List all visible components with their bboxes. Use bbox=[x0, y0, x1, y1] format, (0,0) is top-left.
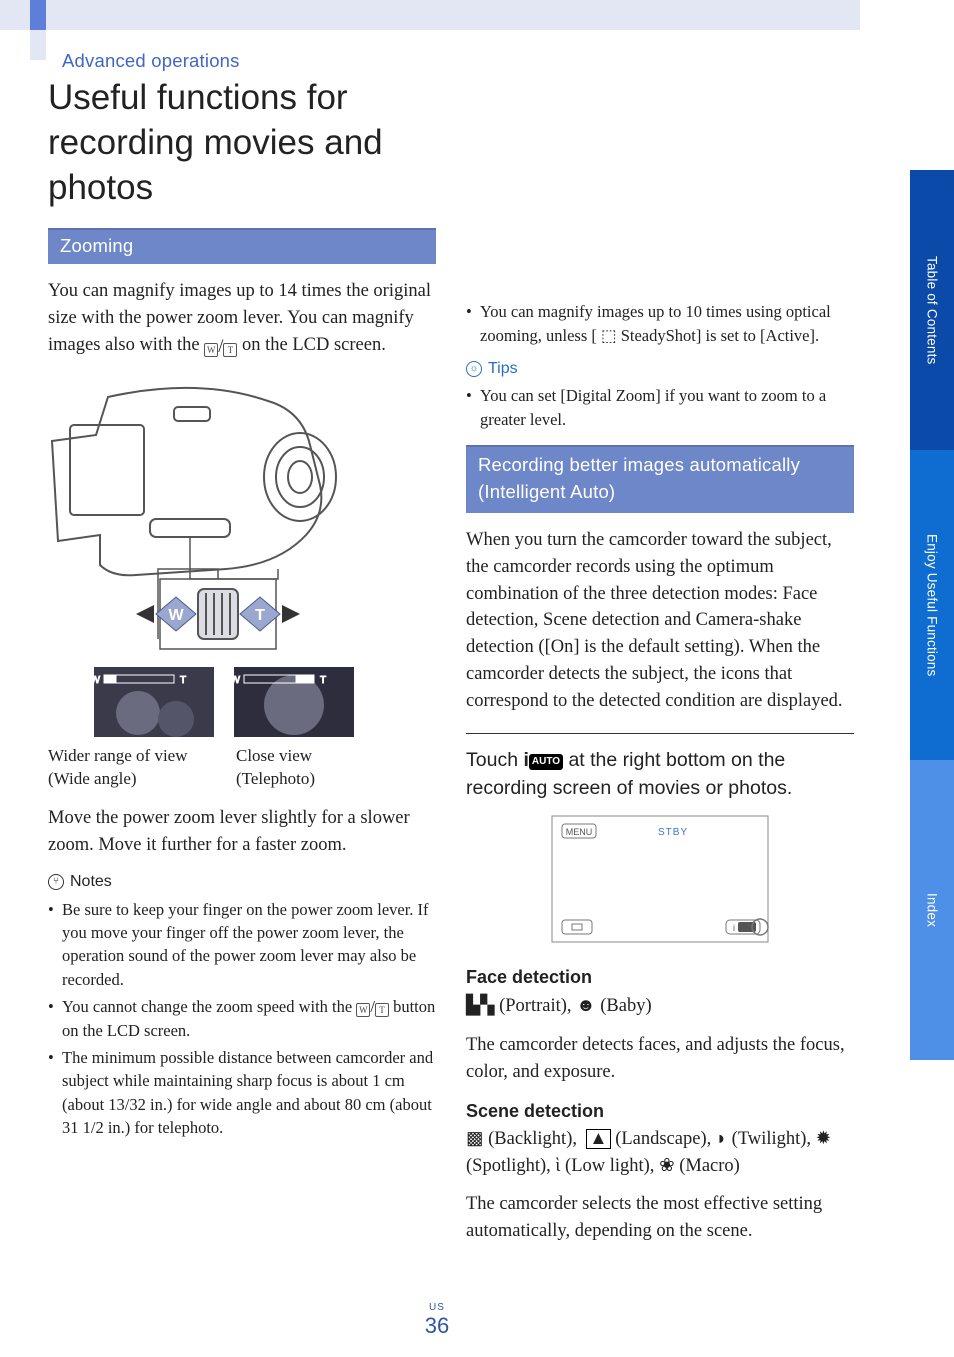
scene-detection-heading: Scene detection bbox=[466, 1098, 854, 1124]
caption-wide: Wider range of view (Wide angle) bbox=[48, 745, 208, 791]
section-heading-iauto: Recording better images automatically (I… bbox=[466, 445, 854, 513]
svg-text:i: i bbox=[733, 923, 735, 933]
tab-toc[interactable]: Table of Contents bbox=[910, 170, 954, 450]
face-detection-p: The camcorder detects faces, and adjusts… bbox=[466, 1032, 854, 1086]
macro-icon: ❀ bbox=[659, 1156, 675, 1176]
scene-detection-p: The camcorder selects the most effective… bbox=[466, 1191, 854, 1245]
wt-inline-icon: W/T bbox=[204, 334, 237, 361]
touch-instruction: Touch iAUTO at the right bottom on the r… bbox=[466, 746, 854, 803]
section-heading-zooming: Zooming bbox=[48, 228, 436, 264]
right-top-bullet: You can magnify images up to 10 times us… bbox=[466, 300, 854, 347]
lowlight-icon: ὶ bbox=[555, 1156, 560, 1176]
spotlight-icon: ✹ bbox=[816, 1129, 832, 1149]
header-accent bbox=[30, 0, 46, 30]
notes-icon: ⑂ bbox=[48, 874, 64, 890]
caption-wide-b: (Wide angle) bbox=[48, 769, 137, 788]
iauto-badge-icon: AUTO bbox=[529, 754, 563, 771]
caption-tele-b: (Telephoto) bbox=[236, 769, 315, 788]
caption-tele: Close view (Telephoto) bbox=[236, 745, 396, 791]
touch-a: Touch bbox=[466, 749, 523, 771]
tips-heading: ☼ Tips bbox=[466, 357, 854, 380]
zoom-figure: W T bbox=[48, 379, 436, 791]
page-title: Useful functions for recording movies an… bbox=[48, 76, 428, 210]
tips-list: You can set [Digital Zoom] if you want t… bbox=[466, 384, 854, 431]
zooming-intro: You can magnify images up to 14 times th… bbox=[48, 278, 436, 360]
tab-useful[interactable]: Enjoy Useful Functions bbox=[910, 450, 954, 760]
portrait-icon: ▙▚ bbox=[466, 994, 494, 1015]
tips-icon: ☼ bbox=[466, 361, 482, 377]
caption-tele-a: Close view bbox=[236, 746, 312, 765]
svg-text:T: T bbox=[320, 675, 326, 686]
lcd-screenshot: MENU STBY i bbox=[550, 814, 770, 944]
caption-wide-a: Wider range of view bbox=[48, 746, 188, 765]
side-tabs: Table of Contents Enjoy Useful Functions… bbox=[910, 170, 954, 1060]
notes-heading: ⑂ Notes bbox=[48, 870, 436, 893]
page-number: US 36 bbox=[0, 1302, 874, 1339]
tab-index[interactable]: Index bbox=[910, 760, 954, 1060]
svg-text:W: W bbox=[231, 675, 241, 686]
face-detection-heading: Face detection bbox=[466, 964, 854, 990]
svg-text:T: T bbox=[180, 675, 186, 686]
t-label: T bbox=[255, 607, 265, 624]
header-stripe bbox=[0, 0, 860, 30]
w-label: W bbox=[168, 607, 184, 624]
landscape-icon: ▲ bbox=[586, 1129, 610, 1150]
notes-list: Be sure to keep your finger on the power… bbox=[48, 898, 436, 1140]
w-icon: W bbox=[356, 1003, 370, 1017]
page-region: US bbox=[0, 1302, 874, 1313]
scene-detection-icons: ▩ (Backlight), ▲ (Landscape), ◗ (Twiligh… bbox=[466, 1126, 854, 1180]
zoom-speed-p: Move the power zoom lever slightly for a… bbox=[48, 805, 436, 859]
svg-text:W: W bbox=[91, 675, 101, 686]
note-item: You cannot change the zoom speed with th… bbox=[48, 995, 436, 1042]
baby-icon: ☻ bbox=[576, 996, 595, 1016]
tips-heading-text: Tips bbox=[488, 357, 518, 380]
right-top-bullets: You can magnify images up to 10 times us… bbox=[466, 300, 854, 347]
t-icon: T bbox=[375, 1003, 389, 1017]
notes-heading-text: Notes bbox=[70, 870, 112, 893]
lcd-stby-label: STBY bbox=[658, 827, 688, 838]
lcd-menu-label: MENU bbox=[566, 827, 593, 837]
note-item: The minimum possible distance between ca… bbox=[48, 1046, 436, 1140]
tip-item: You can set [Digital Zoom] if you want t… bbox=[466, 384, 854, 431]
note-item: Be sure to keep your finger on the power… bbox=[48, 898, 436, 992]
zooming-intro-b: on the LCD screen. bbox=[242, 335, 386, 355]
backlight-icon: ▩ bbox=[466, 1129, 483, 1149]
twilight-icon: ◗ bbox=[716, 1129, 727, 1149]
divider bbox=[466, 733, 854, 734]
section-label: Advanced operations bbox=[62, 50, 914, 72]
face-detection-icons: ▙▚ (Portrait), ☻ (Baby) bbox=[466, 992, 854, 1020]
page-number-value: 36 bbox=[425, 1313, 449, 1338]
header-accent-below bbox=[30, 30, 46, 60]
iauto-intro: When you turn the camcorder toward the s… bbox=[466, 527, 854, 715]
